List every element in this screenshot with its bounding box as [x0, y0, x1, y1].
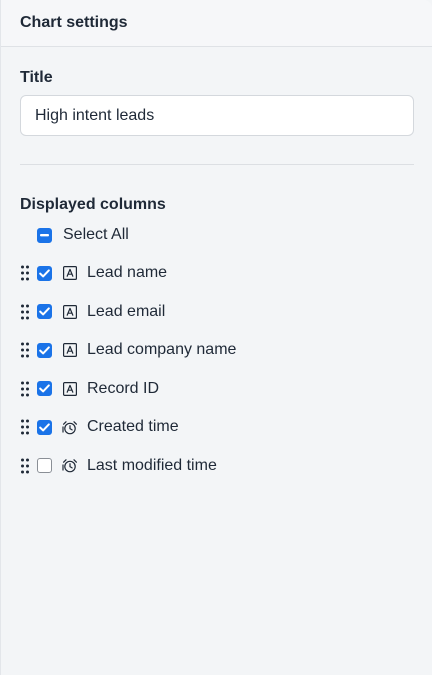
- checked-checkbox[interactable]: [37, 265, 52, 281]
- chart-settings-panel: Chart settings Title Displayed columns S…: [0, 0, 432, 675]
- column-row: Lead email: [20, 301, 413, 323]
- text-type-icon: [62, 304, 77, 319]
- column-label: Last modified time: [87, 456, 217, 474]
- checked-checkbox[interactable]: [37, 342, 52, 358]
- text-type-icon: [62, 343, 77, 358]
- panel-header: Chart settings: [1, 0, 432, 47]
- column-label: Created time: [87, 418, 179, 436]
- title-section: Title Displayed columns Select All Lead …: [1, 69, 432, 477]
- unchecked-checkbox[interactable]: [37, 458, 52, 474]
- column-label: Record ID: [87, 379, 160, 397]
- drag-handle-icon[interactable]: [20, 341, 30, 359]
- checked-checkbox[interactable]: [37, 419, 52, 435]
- column-label: Lead name: [87, 264, 168, 281]
- datetime-type-icon: [62, 420, 77, 435]
- title-label: Title: [20, 69, 53, 86]
- column-row: Last modified time: [20, 455, 413, 477]
- drag-handle-icon[interactable]: [20, 303, 30, 321]
- section-divider: [20, 164, 414, 165]
- checked-checkbox[interactable]: [37, 304, 52, 320]
- column-row: Record ID: [20, 378, 413, 400]
- select-all-label: Select All: [63, 226, 129, 243]
- drag-handle-icon[interactable]: [20, 457, 30, 475]
- panel-title: Chart settings: [20, 14, 128, 31]
- checked-checkbox[interactable]: [37, 381, 52, 397]
- column-row: Lead name: [20, 262, 413, 284]
- title-input[interactable]: [20, 95, 414, 136]
- datetime-type-icon: [62, 458, 77, 473]
- text-type-icon: [62, 381, 77, 396]
- text-type-icon: [62, 266, 77, 281]
- column-list: Lead name Lead email Lead company name Reco…: [20, 262, 413, 477]
- drag-handle-icon[interactable]: [20, 380, 30, 398]
- column-row: Created time: [20, 416, 413, 438]
- drag-handle-icon[interactable]: [20, 264, 30, 282]
- displayed-columns-label: Displayed columns: [20, 196, 166, 213]
- select-all-checkbox[interactable]: Select All: [37, 224, 413, 246]
- column-label: Lead company name: [87, 341, 237, 359]
- drag-handle-icon[interactable]: [20, 418, 30, 436]
- column-row: Lead company name: [20, 339, 413, 361]
- indeterminate-checkbox-icon[interactable]: [37, 227, 52, 243]
- column-label: Lead email: [87, 302, 166, 320]
